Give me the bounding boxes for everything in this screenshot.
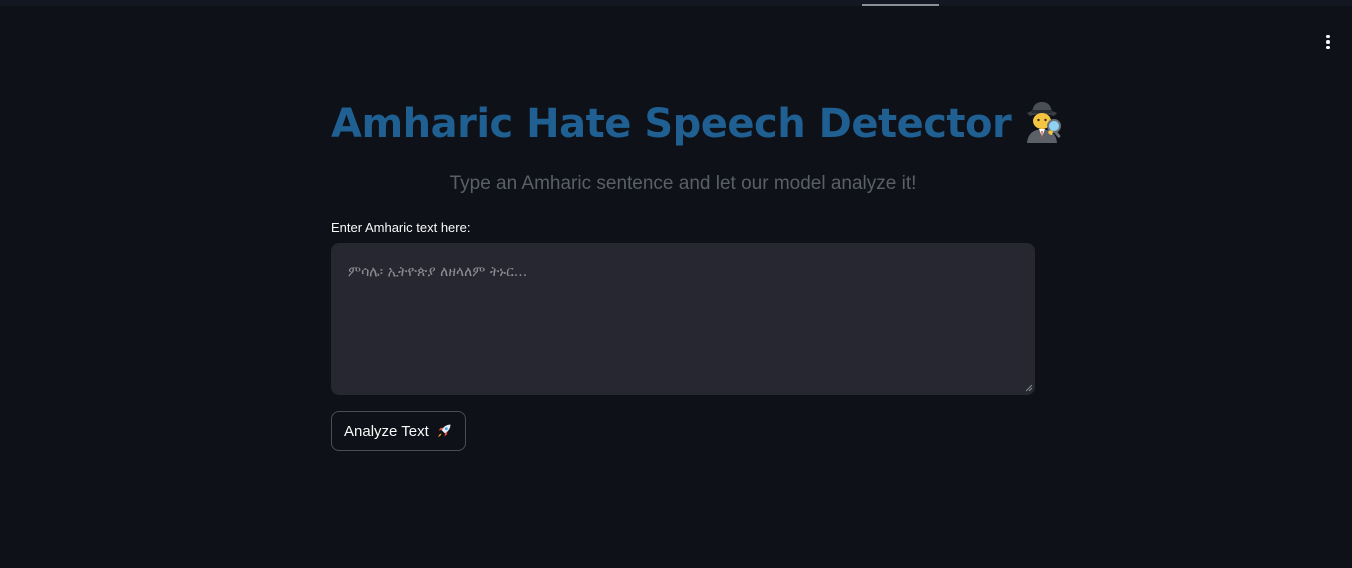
- analyze-button-label: Analyze Text: [344, 422, 429, 440]
- page-title-heading: Amharic Hate Speech Detector: [331, 96, 1062, 152]
- top-header-bar: [0, 0, 1352, 6]
- more-vertical-icon: [1326, 34, 1330, 39]
- amharic-text-input[interactable]: [331, 243, 1035, 395]
- rocket-icon: [437, 424, 451, 437]
- subtitle: Type an Amharic sentence and let our mod…: [449, 173, 917, 194]
- resize-handle-icon[interactable]: [1025, 384, 1033, 392]
- app-root: Amharic Hate Speech Detector Type an Amh…: [0, 0, 1352, 568]
- more-vertical-icon-dot: [1326, 45, 1330, 50]
- text-input-label: Enter Amharic text here:: [331, 220, 471, 235]
- page-title: Amharic Hate Speech Detector: [331, 101, 1012, 147]
- more-vertical-icon-dot: [1326, 40, 1330, 44]
- detective-icon: [1027, 102, 1062, 143]
- running-indicator: [862, 4, 939, 6]
- main-menu-button[interactable]: [1318, 32, 1338, 52]
- analyze-text-button[interactable]: Analyze Text: [331, 411, 466, 451]
